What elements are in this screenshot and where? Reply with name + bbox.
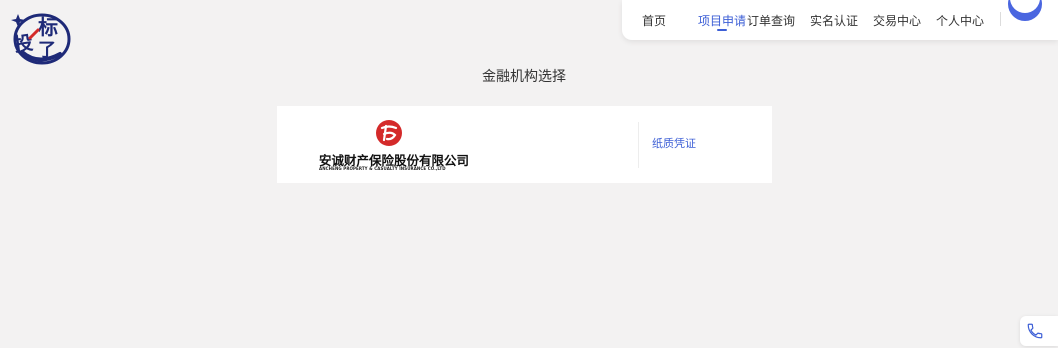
nav-item-label: 个人中心 (936, 14, 985, 28)
paper-certificate-link[interactable]: 纸质凭证 (652, 135, 696, 151)
active-tab-indicator (717, 29, 727, 31)
institution-card[interactable]: 安诚财产保险股份有限公司 ANCHENG PROPERTY & CASUALTY… (277, 106, 772, 183)
svg-text:投: 投 (12, 31, 34, 56)
avatar[interactable] (1006, 0, 1044, 36)
nav-item-order-query[interactable]: 订单查询 (747, 12, 795, 29)
nav-item-label: 订单查询 (747, 14, 796, 28)
nav-item-label: 项目申请 (698, 14, 747, 28)
nav-item-label: 实名认证 (810, 14, 859, 28)
nav-item-real-name-auth[interactable]: 实名认证 (810, 12, 858, 29)
phone-icon (1027, 323, 1043, 339)
nav-item-label: 首页 (642, 14, 667, 28)
phone-contact-button[interactable] (1020, 316, 1058, 346)
svg-text:了: 了 (38, 40, 56, 61)
insurer-emblem-icon (376, 120, 402, 146)
site-logo[interactable]: 标 投 了 (8, 8, 74, 68)
nav-item-personal-center[interactable]: 个人中心 (936, 12, 984, 29)
nav-item-home[interactable]: 首页 (642, 12, 666, 29)
nav-divider (1000, 12, 1001, 26)
top-navigation: 首页 项目申请 订单查询 实名认证 交易中心 个人中心 (622, 0, 1058, 40)
logo-emblem-icon: 标 投 了 (11, 13, 71, 65)
insurer-name-en: ANCHENG PROPERTY & CASUALTY INSURANCE CO… (319, 166, 446, 171)
user-avatar-icon (1008, 0, 1042, 21)
page-title: 金融机构选择 (482, 69, 566, 85)
nav-item-label: 交易中心 (873, 14, 922, 28)
nav-item-trade-center[interactable]: 交易中心 (873, 12, 921, 29)
insurer-logo: 安诚财产保险股份有限公司 ANCHENG PROPERTY & CASUALTY… (317, 119, 469, 171)
card-divider (638, 122, 639, 168)
nav-item-project-apply[interactable]: 项目申请 (698, 12, 747, 31)
svg-text:标: 标 (38, 15, 58, 39)
